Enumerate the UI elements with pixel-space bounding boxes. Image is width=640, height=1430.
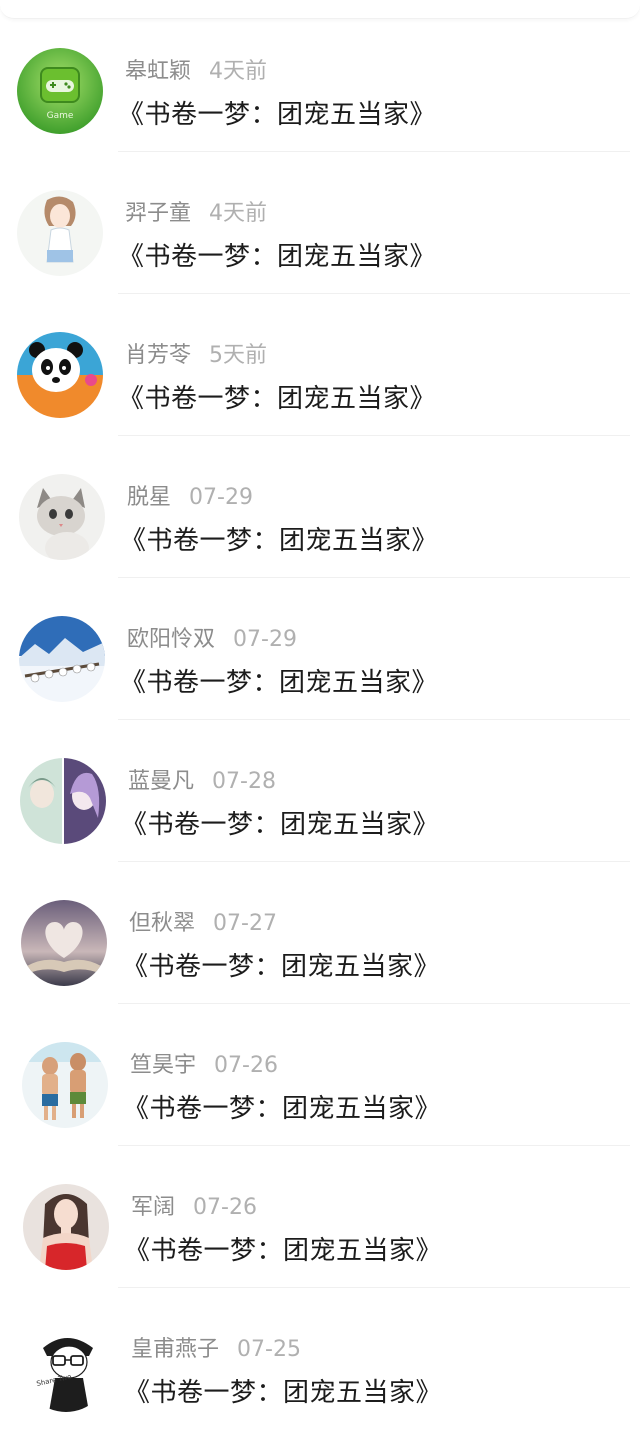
book-heart-avatar[interactable] <box>21 900 107 986</box>
anime-pair-avatar[interactable] <box>20 758 106 844</box>
woman-red-dress-avatar[interactable] <box>23 1184 109 1270</box>
user-name[interactable]: 蓝曼凡 <box>128 769 194 794</box>
game-controller-avatar[interactable]: Game <box>17 48 103 134</box>
book-title[interactable]: 《书卷一梦：团宠五当家》 <box>120 520 438 557</box>
book-title[interactable]: 《书卷一梦：团宠五当家》 <box>118 378 436 415</box>
list-item[interactable]: Game 皋虹颖 4天前 《书卷一梦：团宠五当家》 <box>0 10 640 152</box>
list-item[interactable]: 笪昊宇 07-26 《书卷一梦：团宠五当家》 <box>0 1004 640 1146</box>
list-item[interactable]: 蓝曼凡 07-28 《书卷一梦：团宠五当家》 <box>0 720 640 862</box>
list-item[interactable]: 欧阳怜双 07-29 《书卷一梦：团宠五当家》 <box>0 578 640 720</box>
timestamp: 07-28 <box>212 769 276 794</box>
beach-friends-avatar[interactable] <box>22 1042 108 1128</box>
user-name[interactable]: 但秋翠 <box>129 911 195 936</box>
list-item[interactable]: 肖芳苓 5天前 《书卷一梦：团宠五当家》 <box>0 294 640 436</box>
book-title[interactable]: 《书卷一梦：团宠五当家》 <box>121 804 439 841</box>
book-title[interactable]: 《书卷一梦：团宠五当家》 <box>118 94 436 131</box>
user-name[interactable]: 军阔 <box>131 1195 175 1220</box>
timestamp: 5天前 <box>209 343 268 368</box>
book-title[interactable]: 《书卷一梦：团宠五当家》 <box>122 946 440 983</box>
list-item[interactable]: 羿子童 4天前 《书卷一梦：团宠五当家》 <box>0 152 640 294</box>
book-title[interactable]: 《书卷一梦：团宠五当家》 <box>120 662 438 699</box>
user-name[interactable]: 脱星 <box>127 485 171 510</box>
book-title[interactable]: 《书卷一梦：团宠五当家》 <box>118 236 436 273</box>
user-name[interactable]: 笪昊宇 <box>130 1053 196 1078</box>
user-name[interactable]: 欧阳怜双 <box>127 627 215 652</box>
user-name[interactable]: 羿子童 <box>125 201 191 226</box>
list-item[interactable]: Share Two 皇甫燕子 07-25 《书卷一梦：团宠五当家》 <box>0 1288 640 1430</box>
kitten-avatar[interactable] <box>19 474 105 560</box>
panda-avatar[interactable] <box>17 332 103 418</box>
timestamp: 07-26 <box>193 1195 257 1220</box>
timestamp: 07-25 <box>237 1337 301 1362</box>
timestamp: 07-26 <box>214 1053 278 1078</box>
list-item[interactable]: 军阔 07-26 《书卷一梦：团宠五当家》 <box>0 1146 640 1288</box>
cartoon-boy-glasses-avatar[interactable]: Share Two <box>23 1326 109 1412</box>
list-item[interactable]: 脱星 07-29 《书卷一梦：团宠五当家》 <box>0 436 640 578</box>
timestamp: 4天前 <box>209 201 268 226</box>
list-item[interactable]: 但秋翠 07-27 《书卷一梦：团宠五当家》 <box>0 862 640 1004</box>
svg-text:Game: Game <box>47 111 74 121</box>
timestamp: 07-29 <box>189 485 253 510</box>
user-name[interactable]: 肖芳苓 <box>125 343 191 368</box>
snow-landscape-avatar[interactable] <box>19 616 105 702</box>
timestamp: 07-29 <box>233 627 297 652</box>
user-name[interactable]: 皇甫燕子 <box>131 1337 219 1362</box>
user-name[interactable]: 皋虹颖 <box>125 59 191 84</box>
timestamp: 07-27 <box>213 911 277 936</box>
book-title[interactable]: 《书卷一梦：团宠五当家》 <box>124 1372 442 1409</box>
timestamp: 4天前 <box>209 59 268 84</box>
book-title[interactable]: 《书卷一梦：团宠五当家》 <box>123 1088 441 1125</box>
anime-girl-avatar[interactable] <box>17 190 103 276</box>
book-title[interactable]: 《书卷一梦：团宠五当家》 <box>124 1230 442 1267</box>
